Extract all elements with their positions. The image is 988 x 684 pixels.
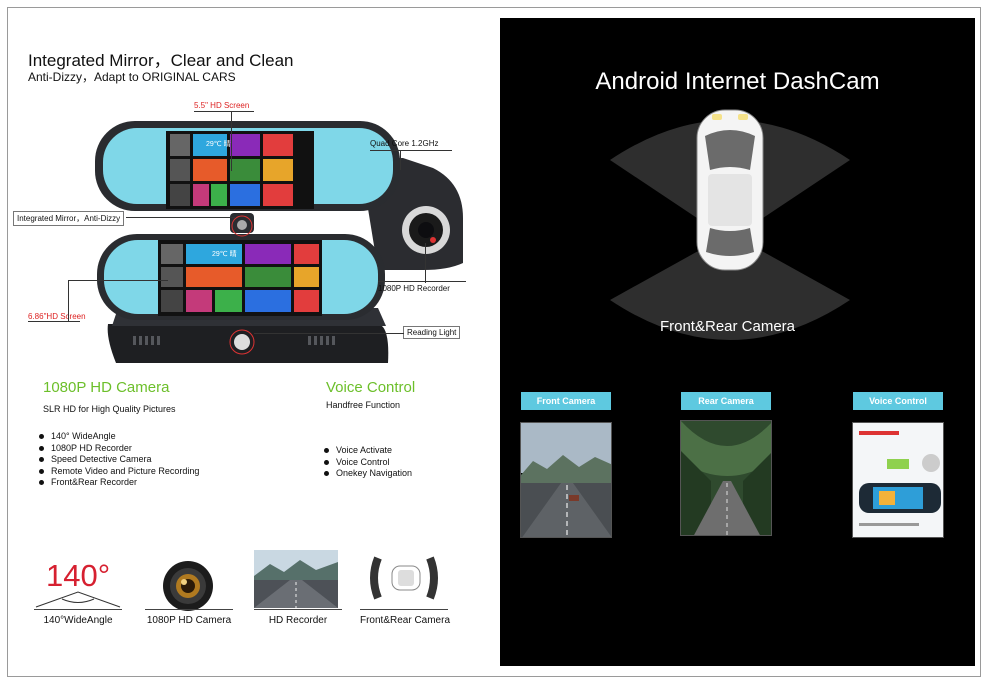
callout-line: [68, 280, 69, 322]
front-camera-image[interactable]: [520, 422, 612, 538]
list-item: Onekey Navigation: [322, 468, 412, 480]
voice-control-image[interactable]: [852, 422, 944, 538]
feature-label-wide-angle: 140°WideAngle: [43, 615, 113, 626]
callout-line: [370, 150, 452, 151]
feature-label-hd-camera: 1080P HD Camera: [146, 615, 232, 626]
camera-feature-list: 140° WideAngle 1080P HD Recorder Speed D…: [37, 431, 199, 489]
callout-line: [28, 321, 80, 322]
voice-section-subtitle: Handfree Function: [326, 400, 401, 410]
callout-line: [425, 243, 426, 283]
voice-section-title: Voice Control: [326, 379, 416, 396]
callout-line: [254, 333, 404, 334]
feature-rule: [145, 609, 233, 610]
callout-hd-screen-55: 5.5" HD Screen: [194, 101, 250, 110]
callout-reading-light: Reading Light: [403, 326, 461, 339]
right-subtitle: Front&Rear Camera: [659, 318, 796, 335]
camera-section-title: 1080P HD Camera: [43, 379, 170, 396]
callout-line: [231, 111, 232, 171]
callout-line: [68, 280, 168, 281]
list-item: Front&Rear Recorder: [37, 477, 199, 489]
list-item: 1080P HD Recorder: [37, 443, 199, 455]
callout-hd-screen-686: 6.86"HD Screen: [28, 312, 86, 321]
camera-section-subtitle: SLR HD for High Quality Pictures: [43, 404, 176, 414]
list-item: Speed Detective Camera: [37, 454, 199, 466]
left-panel: Integrated Mirror，Clear and Clean Anti-D…: [8, 8, 498, 676]
list-item: Voice Activate: [322, 445, 412, 457]
feature-rule: [254, 609, 342, 610]
camera-lens-icon: [163, 561, 213, 611]
list-item: Remote Video and Picture Recording: [37, 466, 199, 478]
callout-quad-core: Quad Core 1.2GHz: [370, 139, 439, 148]
feature-rule: [34, 609, 122, 610]
callout-line: [126, 217, 236, 218]
right-title: Android Internet DashCam: [595, 68, 880, 95]
hd-recorder-image: [254, 550, 338, 608]
front-rear-camera-icon: [370, 556, 438, 600]
feature-label-front-rear: Front&Rear Camera: [359, 615, 451, 626]
feature-label-hd-recorder: HD Recorder: [268, 615, 328, 626]
callout-1080p-recorder: 1080P HD Recorder: [378, 284, 450, 293]
callout-line: [194, 111, 254, 112]
right-panel: Android Internet DashCam Front&Rear Came…: [500, 18, 975, 666]
wide-angle-icon: [35, 591, 121, 608]
screen-weather-text: 29℃ 晴: [206, 141, 231, 148]
list-item: Voice Control: [322, 457, 412, 469]
tab-rear-camera[interactable]: Rear Camera: [681, 392, 771, 410]
callout-line: [378, 281, 466, 282]
screen-weather-text-2: 29℃ 晴: [212, 251, 237, 258]
tab-voice-control[interactable]: Voice Control: [853, 392, 943, 410]
voice-feature-list: Voice Activate Voice Control Onekey Navi…: [322, 445, 412, 480]
callout-line: [400, 150, 401, 170]
callout-integrated-mirror: Integrated Mirror，Anti-Dizzy: [13, 211, 125, 226]
list-item: 140° WideAngle: [37, 431, 199, 443]
rear-camera-image[interactable]: [680, 420, 772, 536]
wide-angle-value: 140°: [46, 558, 111, 593]
tab-front-camera[interactable]: Front Camera: [521, 392, 611, 410]
feature-rule: [360, 609, 448, 610]
